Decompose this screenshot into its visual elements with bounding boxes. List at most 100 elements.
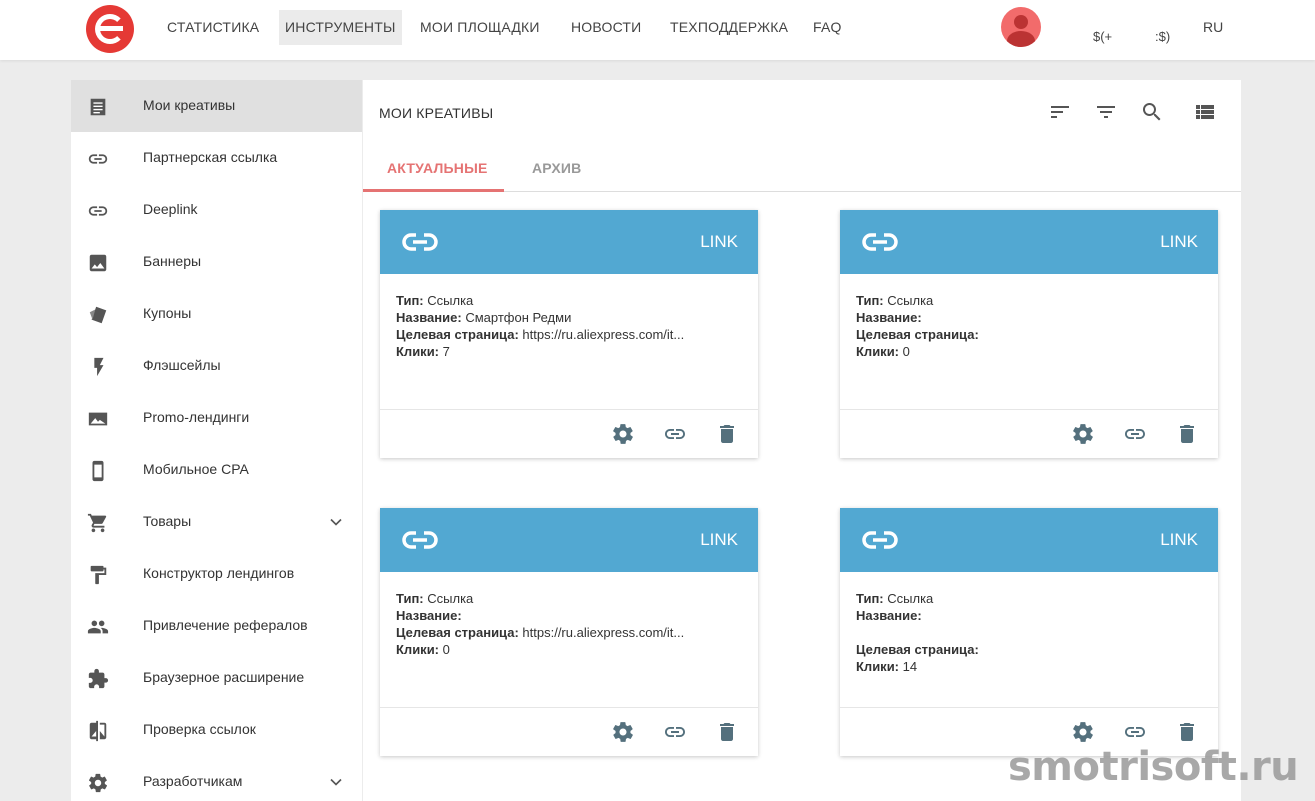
filter-icon[interactable] bbox=[1094, 100, 1118, 124]
gear-icon[interactable] bbox=[1071, 422, 1095, 446]
field-value: 0 bbox=[442, 642, 450, 657]
card-details: Тип: Ссылка Название: Целевая страница: … bbox=[396, 590, 736, 658]
type-row: Тип: Ссылка bbox=[856, 590, 1196, 607]
field-value: Ссылка bbox=[427, 591, 474, 606]
language-switcher[interactable]: RU bbox=[1203, 19, 1223, 35]
link-icon[interactable] bbox=[663, 720, 687, 744]
sidebar-item-label: Браузерное расширение bbox=[143, 669, 305, 685]
sidebar-item-referrals[interactable]: Привлечение рефералов bbox=[71, 600, 362, 652]
sidebar-item-label: Конструктор лендингов bbox=[143, 565, 295, 581]
sidebar-item-label: Товары bbox=[143, 513, 192, 529]
logo[interactable] bbox=[86, 5, 134, 53]
tab-current[interactable]: АКТУАЛЬНЫЕ bbox=[387, 160, 488, 176]
top-bar: СТАТИСТИКА ИНСТРУМЕНТЫ МОИ ПЛОЩАДКИ НОВО… bbox=[0, 0, 1315, 60]
people-icon bbox=[87, 620, 109, 634]
sidebar-item-label: Купоны bbox=[143, 305, 192, 321]
field-label: Название: bbox=[396, 310, 462, 325]
sidebar-item-coupons[interactable]: Купоны bbox=[71, 288, 362, 340]
card-divider bbox=[840, 707, 1218, 708]
nav-my-sites[interactable]: МОИ ПЛОЩАДКИ bbox=[414, 10, 546, 45]
avatar[interactable] bbox=[1001, 7, 1041, 47]
card-divider bbox=[840, 409, 1218, 410]
sidebar-item-flashsales[interactable]: Флэшсейлы bbox=[71, 340, 362, 392]
sidebar-item-products[interactable]: Товары bbox=[71, 496, 362, 548]
field-value: 7 bbox=[442, 344, 450, 359]
link-icon bbox=[402, 233, 438, 251]
field-label: Клики: bbox=[396, 344, 440, 359]
nav-tools[interactable]: ИНСТРУМЕНТЫ bbox=[279, 10, 402, 45]
field-value: Ссылка bbox=[427, 293, 474, 308]
clicks-row: Клики: 14 bbox=[856, 658, 1196, 675]
nav-faq[interactable]: FAQ bbox=[807, 10, 848, 45]
sidebar-item-label: Партнерская ссылка bbox=[143, 149, 278, 165]
card-details: Тип: Ссылка Название: Смартфон Редми Цел… bbox=[396, 292, 736, 360]
link-icon bbox=[862, 531, 898, 549]
search-icon[interactable] bbox=[1140, 100, 1164, 124]
sidebar-item-label: Deeplink bbox=[143, 201, 198, 217]
sidebar-item-promo-landings[interactable]: Promo-лендинги bbox=[71, 392, 362, 444]
link-icon bbox=[88, 154, 108, 164]
sort-icon[interactable] bbox=[1048, 100, 1072, 124]
trash-icon[interactable] bbox=[1175, 422, 1199, 446]
chevron-down-icon[interactable] bbox=[326, 772, 346, 792]
sidebar-item-mobile-cpa[interactable]: Мобильное CPA bbox=[71, 444, 362, 496]
tab-archive[interactable]: АРХИВ bbox=[532, 160, 581, 176]
gear-icon[interactable] bbox=[1071, 720, 1095, 744]
card-header: LINK bbox=[380, 508, 758, 572]
nav-support[interactable]: ТЕХПОДДЕРЖКА bbox=[664, 10, 794, 45]
trash-icon[interactable] bbox=[1175, 720, 1199, 744]
sidebar-item-landing-builder[interactable]: Конструктор лендингов bbox=[71, 548, 362, 600]
trash-icon[interactable] bbox=[715, 720, 739, 744]
field-label: Тип: bbox=[856, 293, 884, 308]
field-label: Клики: bbox=[396, 642, 440, 657]
sidebar-item-developers[interactable]: Разработчикам bbox=[71, 756, 362, 801]
link-icon bbox=[88, 206, 108, 216]
field-label: Название: bbox=[856, 608, 922, 623]
sidebar-item-deeplink[interactable]: Deeplink bbox=[71, 184, 362, 236]
page-title: МОИ КРЕАТИВЫ bbox=[379, 105, 494, 121]
sidebar-item-label: Разработчикам bbox=[143, 773, 243, 789]
trash-icon[interactable] bbox=[715, 422, 739, 446]
gear-icon[interactable] bbox=[611, 422, 635, 446]
balance-primary[interactable]: $(+ bbox=[1093, 29, 1112, 44]
link-icon[interactable] bbox=[663, 422, 687, 446]
name-row: Название: bbox=[396, 607, 736, 624]
field-value: 0 bbox=[902, 344, 910, 359]
avatar-body bbox=[1007, 31, 1035, 47]
field-value: https://ru.aliexpress.com/it... bbox=[522, 327, 685, 342]
sidebar-item-browser-extension[interactable]: Браузерное расширение bbox=[71, 652, 362, 704]
sidebar-item-banners[interactable]: Баннеры bbox=[71, 236, 362, 288]
field-value: Ссылка bbox=[887, 293, 934, 308]
sidebar-item-link-check[interactable]: Проверка ссылок bbox=[71, 704, 362, 756]
link-icon[interactable] bbox=[1123, 720, 1147, 744]
card-header: LINK bbox=[840, 508, 1218, 572]
sidebar-item-label: Мобильное CPA bbox=[143, 461, 249, 477]
empty-row bbox=[856, 624, 1196, 641]
card-header: LINK bbox=[380, 210, 758, 274]
sidebar-item-my-creatives[interactable]: Мои креативы bbox=[71, 80, 362, 132]
balance-secondary[interactable]: :$) bbox=[1155, 29, 1170, 44]
list-view-icon[interactable] bbox=[1193, 100, 1217, 124]
sidebar: Мои креативы Партнерская ссылка Deeplink… bbox=[71, 80, 362, 801]
coupon-icon bbox=[89, 306, 107, 324]
gear-icon bbox=[88, 773, 108, 793]
link-icon[interactable] bbox=[1123, 422, 1147, 446]
creative-card: LINK Тип: Ссылка Название: Целевая стран… bbox=[380, 508, 758, 756]
sidebar-item-label: Проверка ссылок bbox=[143, 721, 256, 737]
field-value: https://ru.aliexpress.com/it... bbox=[522, 625, 685, 640]
nav-statistics[interactable]: СТАТИСТИКА bbox=[161, 10, 265, 45]
card-details: Тип: Ссылка Название: Целевая страница: … bbox=[856, 292, 1196, 360]
sidebar-item-partner-link[interactable]: Партнерская ссылка bbox=[71, 132, 362, 184]
nav-news[interactable]: НОВОСТИ bbox=[565, 10, 647, 45]
chevron-down-icon[interactable] bbox=[326, 512, 346, 532]
target-row: Целевая страница: https://ru.aliexpress.… bbox=[396, 624, 736, 641]
avatar-head bbox=[1014, 15, 1028, 29]
field-label: Клики: bbox=[856, 659, 900, 674]
logo-bar bbox=[98, 26, 123, 31]
type-row: Тип: Ссылка bbox=[396, 292, 736, 309]
field-label: Тип: bbox=[396, 591, 424, 606]
creative-type: LINK bbox=[1160, 232, 1198, 251]
field-label: Целевая страница: bbox=[856, 642, 979, 657]
gear-icon[interactable] bbox=[611, 720, 635, 744]
field-value: 14 bbox=[902, 659, 918, 674]
